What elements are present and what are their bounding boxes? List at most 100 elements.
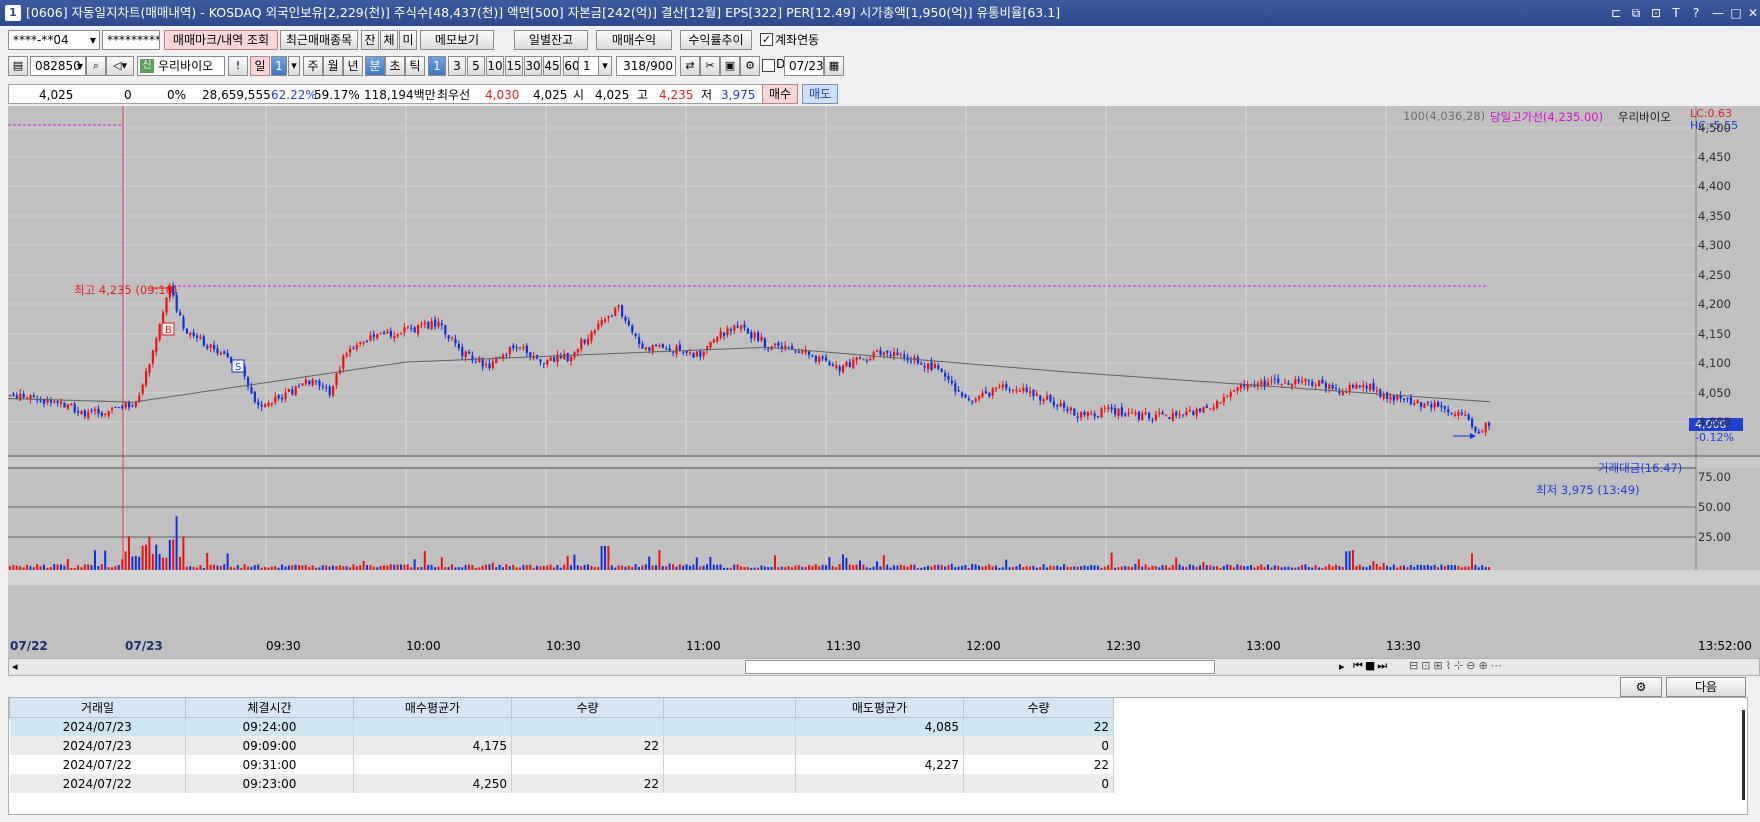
column-header[interactable]: 체결시간 [185,698,354,718]
memo-button[interactable]: 메모보기 [420,30,494,50]
volume-bar [597,567,600,570]
period-week[interactable]: 주 [303,56,323,76]
font-icon[interactable]: T [1668,5,1684,21]
candle-body [376,334,379,339]
volume-bar [566,555,569,570]
mark-query-button[interactable]: 매매마크/내역 조회 [164,30,278,50]
scroll-left-icon[interactable]: ◂ [12,660,18,673]
crosshair-icon[interactable]: ✂ [700,56,720,76]
volume-bar [447,566,450,570]
search-icon[interactable]: ⌕ [86,56,106,76]
buy-button[interactable]: 매수 [762,84,798,104]
sound-icon[interactable]: ◁▾ [106,56,134,76]
password-field[interactable]: ********* [102,30,160,50]
panel-icon[interactable]: ▤ [8,56,28,76]
next-button[interactable]: 다음 [1666,677,1746,697]
calendar-icon[interactable]: ▦ [824,56,844,76]
candle-body [53,401,56,404]
scroll-right-icon[interactable]: ▸ [1339,660,1345,673]
column-header[interactable]: 수량 [963,698,1114,718]
chart-scrollbar[interactable]: ◂ ▸ ⏮■⏭ ⊟⊡⊞⌇⊹⊖⊕⋯ [8,658,1760,676]
period-month[interactable]: 월 [323,56,343,76]
volume-bar [825,565,827,570]
mi-button[interactable]: 미 [399,30,417,50]
period-day-count[interactable]: 1 [271,56,287,76]
gear-icon[interactable]: ⚙ [740,56,760,76]
daily-balance-button[interactable]: 일별잔고 [514,30,588,50]
candle-body [665,348,668,350]
column-header[interactable]: 매수평균가 [353,698,512,718]
settings-button[interactable]: ⚙ [1620,677,1662,697]
minimize-icon[interactable]: — [1710,5,1726,21]
interval-1[interactable]: 1 [428,56,446,76]
interval-5[interactable]: 5 [467,56,485,76]
interval-30[interactable]: 30 [524,56,542,76]
candle-body [1250,385,1253,387]
tool-icon[interactable]: ⇄ [680,56,700,76]
volume-bar [148,536,151,570]
candle-body [845,362,848,366]
link-icon[interactable]: ⊏ [1608,5,1624,21]
price-chart[interactable]: BS 100(4,036,28) 당일고가선(4,235.00) 우리바이오 L… [8,106,1760,658]
volume-bar [692,564,695,570]
column-header[interactable]: 매도평균가 [795,698,964,718]
candle-body [291,389,294,395]
interval-15[interactable]: 15 [505,56,523,76]
interval-10[interactable]: 10 [486,56,504,76]
candle-body [576,348,579,353]
period-tick[interactable]: 틱 [405,56,425,76]
volume-bar [1029,566,1031,570]
maximize-icon[interactable]: □ [1728,5,1744,21]
scroll-thumb[interactable] [745,660,1215,674]
interval-45[interactable]: 45 [543,56,561,76]
sell-button[interactable]: 매도 [802,84,838,104]
table-row[interactable]: 2024/07/22 09:31:00 4,227 22 [9,755,1114,774]
close-icon[interactable]: ✕ [1745,5,1760,21]
chevron-down-icon[interactable]: ▾ [598,56,612,76]
restore-icon[interactable]: ⧉ [1628,5,1644,21]
account-link-checkbox[interactable]: ✓ [760,33,773,46]
candle-body [1290,383,1293,387]
copy-icon[interactable]: ⊡ [1648,5,1664,21]
account-select[interactable]: ****-**04 ▾ [8,30,100,50]
table-row[interactable]: 2024/07/23 09:24:00 4,085 22 [9,717,1114,736]
column-header[interactable] [663,698,796,718]
candle-body [124,402,127,408]
period-second[interactable]: 초 [385,56,405,76]
che-button[interactable]: 체 [380,30,398,50]
profit-trend-button[interactable]: 수익률추이 [680,30,752,50]
volume-bar [855,564,858,570]
table-row[interactable]: 2024/07/23 09:09:00 4,175 22 0 [9,736,1114,755]
period-minute[interactable]: 분 [365,56,385,76]
date-field[interactable]: 07/23 [784,56,824,76]
zoom-tools-icons[interactable]: ⊟⊡⊞⌇⊹⊖⊕⋯ [1409,659,1505,672]
volume-bar [1001,567,1004,570]
period-day[interactable]: 일 [250,56,270,76]
period-year[interactable]: 년 [343,56,363,76]
candle-body [621,305,624,317]
column-header[interactable]: 거래일 [9,698,186,718]
recent-stocks-button[interactable]: 최근매매종목 [280,30,358,50]
candle-body [757,332,760,341]
volume-bar [138,556,141,570]
alert-icon[interactable]: ! [228,56,248,76]
jan-button[interactable]: 잔 [361,30,379,50]
column-header[interactable]: 수량 [511,698,664,718]
candle-body [270,402,273,405]
count-field[interactable]: 318/900 [616,56,676,76]
trade-profit-button[interactable]: 매매수익 [596,30,672,50]
candle-body [437,321,440,327]
trade-history-table[interactable]: 거래일 체결시간 매수평균가 수량 매도평균가 수량 2024/07/23 09:24:00… [8,697,1748,815]
candle-body [818,356,821,362]
chevron-down-icon[interactable]: ▾ [288,56,300,76]
stock-code-field[interactable]: 082850 ▾ [30,56,86,76]
save-icon[interactable]: ▣ [720,56,740,76]
table-row[interactable]: 2024/07/22 09:23:00 4,250 22 0 [9,774,1114,793]
help-icon[interactable]: ? [1688,5,1704,21]
date-checkbox[interactable] [762,59,775,72]
playback-icons[interactable]: ⏮■⏭ [1353,659,1389,673]
stock-name-field[interactable]: 신 우리바이오 [137,56,225,76]
interval-3[interactable]: 3 [448,56,466,76]
volume-bar [1454,565,1456,570]
table-scrollbar[interactable] [1742,710,1745,800]
